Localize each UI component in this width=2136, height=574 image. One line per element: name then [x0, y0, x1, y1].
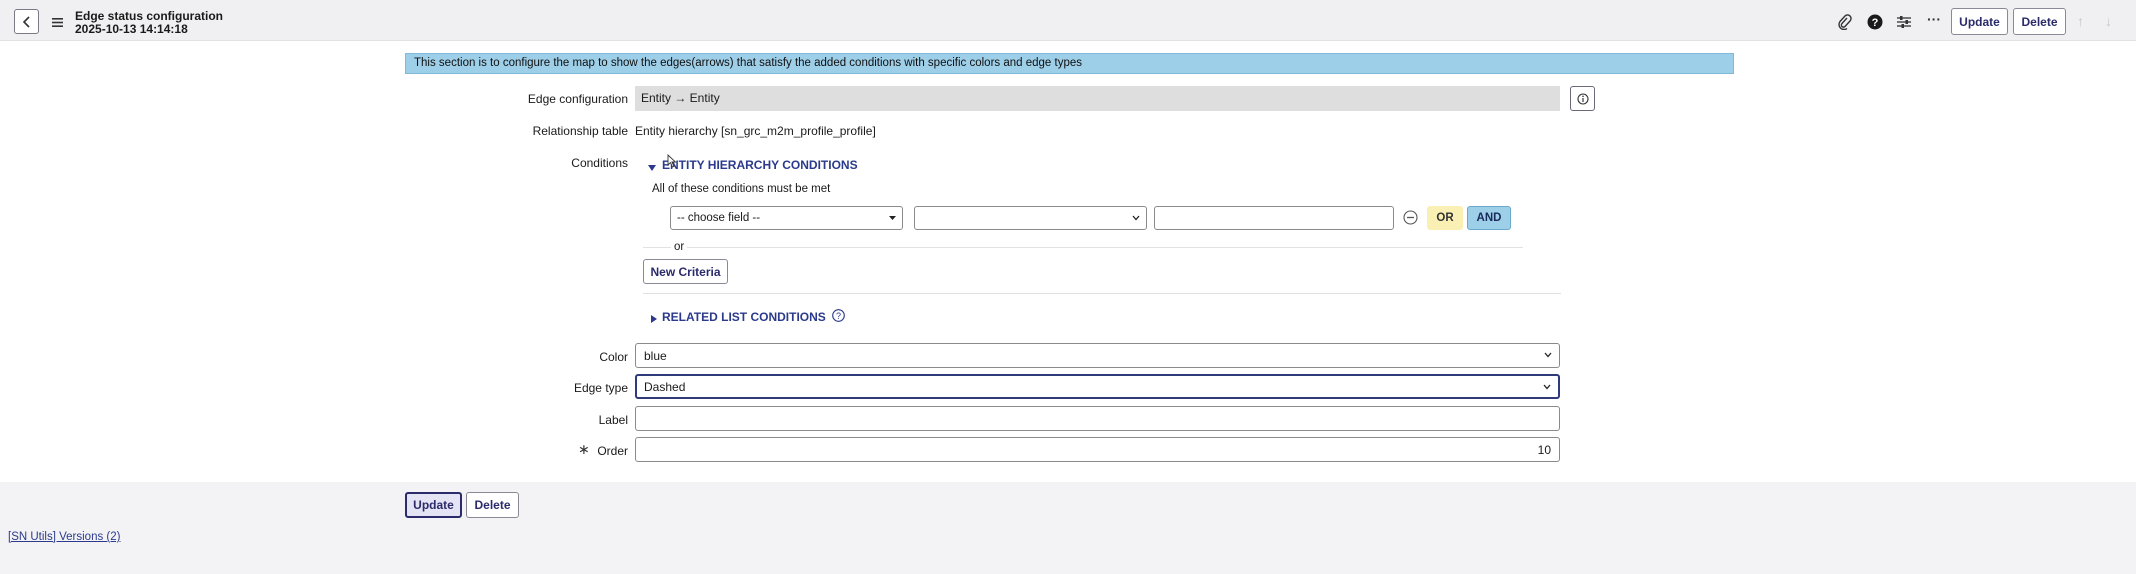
chevron-down-icon [1544, 352, 1552, 358]
remove-condition-icon[interactable] [1403, 210, 1418, 228]
add-or-condition-button[interactable]: OR [1427, 206, 1463, 230]
help-icon[interactable]: ? [1866, 13, 1884, 31]
edge-configuration-label: Edge configuration [527, 92, 628, 106]
info-icon [1576, 92, 1589, 105]
condition-field-select[interactable]: -- choose field -- [670, 206, 903, 230]
label-field-label: Label [598, 413, 628, 427]
context-menu-icon[interactable] [52, 16, 63, 30]
footer-area [0, 482, 2136, 574]
caret-down-icon [889, 216, 896, 220]
chevron-left-icon [22, 15, 30, 28]
reference-info-button[interactable] [1570, 86, 1595, 111]
page-timestamp: 2025-10-13 14:14:18 [75, 22, 188, 36]
relationship-table-value: Entity hierarchy [sn_grc_m2m_profile_pro… [635, 124, 876, 138]
versions-link[interactable]: [SN Utils] Versions (2) [8, 531, 120, 543]
relationship-table-label: Relationship table [532, 124, 628, 138]
color-label: Color [599, 350, 628, 364]
more-options-icon[interactable]: ··· [1925, 10, 1943, 28]
all-conditions-met-text: All of these conditions must be met [652, 183, 831, 195]
svg-text:?: ? [1872, 17, 1879, 29]
mouse-cursor-icon [666, 153, 678, 171]
header-delete-button[interactable]: Delete [2013, 8, 2066, 35]
color-select-value: blue [644, 349, 667, 363]
form-header: Edge status configuration 2025-10-13 14:… [0, 0, 2136, 41]
order-input[interactable]: 10 [635, 437, 1560, 462]
arrow-down-icon: ↓ [2105, 13, 2112, 29]
color-select[interactable]: blue [635, 343, 1560, 368]
edge-type-select-value: Dashed [644, 380, 686, 394]
arrow-up-icon: ↑ [2077, 13, 2084, 29]
help-circle-icon[interactable]: ? [832, 309, 845, 325]
caret-down-icon[interactable] [648, 160, 656, 174]
info-banner: This section is to configure the map to … [405, 53, 1734, 74]
related-list-conditions-toggle[interactable]: RELATED LIST CONDITIONS [662, 310, 826, 324]
order-label: Order [597, 444, 628, 458]
caret-right-icon[interactable] [651, 312, 657, 326]
chevron-down-icon [1543, 384, 1551, 390]
back-button[interactable] [14, 9, 39, 34]
edge-type-label: Edge type [573, 381, 628, 395]
delete-button[interactable]: Delete [466, 492, 519, 518]
update-button[interactable]: Update [405, 492, 462, 518]
header-update-button[interactable]: Update [1951, 8, 2008, 35]
section-divider [643, 293, 1561, 294]
new-criteria-button[interactable]: New Criteria [643, 259, 728, 284]
paperclip-icon[interactable] [1836, 13, 1854, 31]
page-title: Edge status configuration [75, 9, 224, 23]
settings-sliders-icon[interactable] [1895, 13, 1913, 31]
svg-text:?: ? [836, 311, 841, 321]
edge-configuration-field: Entity → Entity [635, 86, 1560, 111]
chevron-down-icon [1132, 215, 1140, 221]
add-and-condition-button[interactable]: AND [1467, 206, 1511, 230]
label-input[interactable] [635, 406, 1560, 431]
entity-hierarchy-conditions-toggle[interactable]: ENTITY HIERARCHY CONDITIONS [662, 158, 858, 172]
condition-divider [643, 247, 1523, 248]
condition-value-input[interactable] [1154, 206, 1394, 230]
or-separator: or [671, 241, 688, 253]
condition-field-select-value: -- choose field -- [677, 212, 761, 224]
edge-type-select[interactable]: Dashed [635, 374, 1560, 399]
condition-operator-select[interactable] [914, 206, 1147, 230]
conditions-label: Conditions [571, 156, 628, 170]
